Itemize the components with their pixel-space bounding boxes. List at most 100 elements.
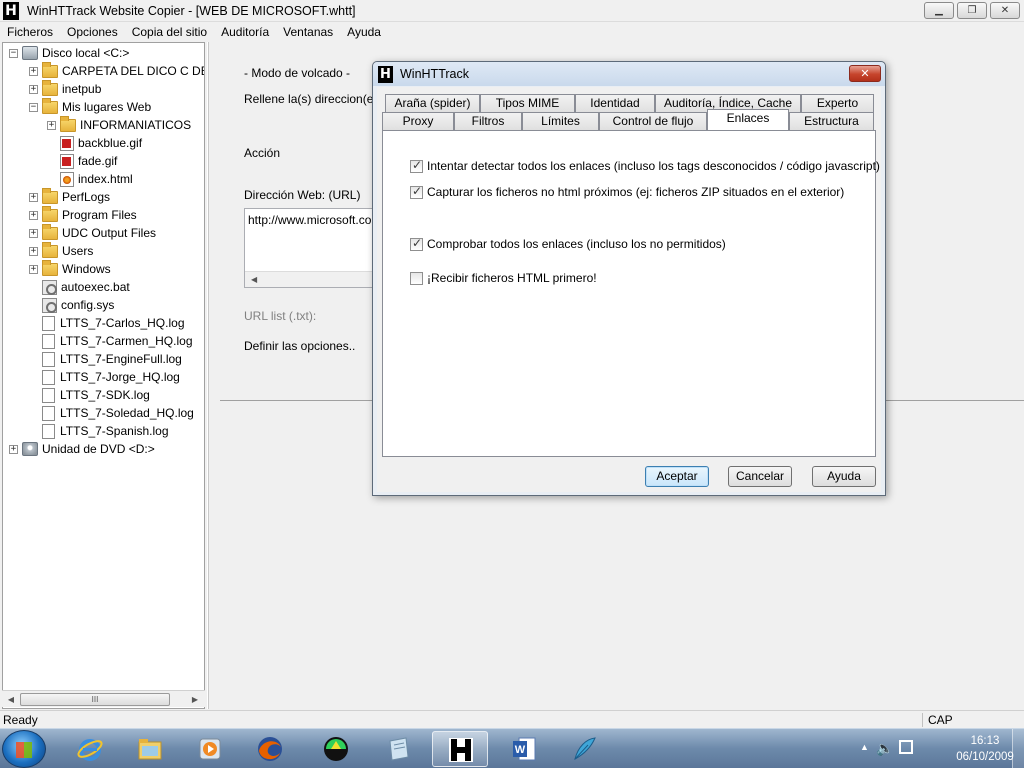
- tree-item[interactable]: LTTS_7-EngineFull.log: [29, 350, 182, 368]
- expand-icon[interactable]: +: [29, 84, 38, 94]
- tab-arana[interactable]: Araña (spider): [385, 94, 480, 112]
- collapse-icon[interactable]: −: [29, 102, 38, 112]
- tree-item[interactable]: LTTS_7-SDK.log: [29, 386, 150, 404]
- tab-tipos-mime[interactable]: Tipos MIME: [480, 94, 575, 112]
- tree-item[interactable]: LTTS_7-Jorge_HQ.log: [29, 368, 180, 386]
- tree-item[interactable]: + INFORMANIATICOS: [47, 115, 191, 134]
- taskbar-internet-explorer[interactable]: [62, 731, 118, 767]
- speaker-icon[interactable]: 🔈: [876, 740, 893, 757]
- dialog-close-button[interactable]: ✕: [849, 65, 881, 82]
- checkbox-detect-all-links[interactable]: [410, 158, 423, 173]
- taskbar-httrack[interactable]: [432, 731, 488, 767]
- tree-item-label: LTTS_7-Soledad_HQ.log: [60, 406, 194, 420]
- maximize-button[interactable]: ❐: [957, 2, 987, 19]
- option-capture-nearby-files[interactable]: Capturar los ficheros no html próximos (…: [410, 184, 844, 199]
- expand-icon[interactable]: +: [29, 228, 38, 238]
- taskbar-firefox[interactable]: [242, 731, 298, 767]
- taskbar-app[interactable]: [308, 731, 364, 767]
- scroll-left-arrow-icon[interactable]: ◀: [4, 693, 18, 706]
- checkbox-html-first[interactable]: [410, 271, 423, 285]
- tree-item[interactable]: LTTS_7-Carlos_HQ.log: [29, 314, 185, 332]
- tree-item[interactable]: index.html: [47, 170, 133, 188]
- help-button[interactable]: Ayuda: [812, 466, 876, 487]
- url-textarea[interactable]: http://www.microsoft.com/ ◀: [244, 208, 385, 288]
- clock[interactable]: 16:13 06/10/2009: [954, 733, 1016, 765]
- tab-enlaces[interactable]: Enlaces: [707, 109, 789, 130]
- folder-tree[interactable]: − Disco local <C:> + CARPETA DEL DICO C DEL…: [2, 42, 205, 709]
- expand-icon[interactable]: +: [29, 210, 38, 220]
- start-button[interactable]: [2, 730, 46, 768]
- option-html-first[interactable]: ¡Recibir ficheros HTML primero!: [410, 271, 597, 285]
- tree-item[interactable]: + CARPETA DEL DICO C DEL: [29, 61, 204, 80]
- checkbox-check-all-links[interactable]: [410, 236, 423, 251]
- tree-item[interactable]: + PerfLogs: [29, 187, 110, 206]
- tree-horizontal-scrollbar[interactable]: ◀ III ▶: [2, 690, 205, 707]
- tree-item-label: fade.gif: [78, 154, 118, 168]
- tab-estructura[interactable]: Estructura: [789, 112, 874, 130]
- tab-control-de-flujo[interactable]: Control de flujo: [599, 112, 707, 130]
- show-hidden-icons-icon[interactable]: ▲: [860, 742, 869, 752]
- tab-filtros[interactable]: Filtros: [454, 112, 522, 130]
- tree-item[interactable]: − Mis lugares Web: [29, 97, 151, 116]
- expand-icon[interactable]: +: [29, 264, 38, 274]
- tab-limites[interactable]: Límites: [522, 112, 599, 130]
- tree-item[interactable]: config.sys: [29, 296, 114, 314]
- tab-experto[interactable]: Experto: [801, 94, 874, 112]
- tree-item[interactable]: + Users: [29, 241, 93, 260]
- menu-ventanas[interactable]: Ventanas: [276, 25, 340, 39]
- taskbar-feather-app[interactable]: [556, 731, 612, 767]
- network-icon[interactable]: [899, 740, 913, 754]
- menu-ficheros[interactable]: Ficheros: [0, 25, 60, 39]
- expand-icon[interactable]: +: [9, 444, 18, 454]
- tab-proxy[interactable]: Proxy: [382, 112, 454, 130]
- checkbox-capture-nearby-files[interactable]: [410, 184, 423, 199]
- expand-icon[interactable]: +: [29, 66, 38, 76]
- accept-button[interactable]: Aceptar: [645, 466, 709, 487]
- scroll-right-arrow-icon[interactable]: ▶: [188, 693, 202, 706]
- menu-copia-del-sitio[interactable]: Copia del sitio: [125, 25, 214, 39]
- tab-identidad[interactable]: Identidad: [575, 94, 655, 112]
- action-label: Acción: [244, 146, 281, 160]
- scroll-thumb[interactable]: III: [20, 693, 170, 706]
- option-detect-all-links[interactable]: Intentar detectar todos los enlaces (inc…: [410, 158, 880, 173]
- folder-icon: [42, 187, 58, 204]
- tree-item[interactable]: LTTS_7-Soledad_HQ.log: [29, 404, 194, 422]
- show-desktop-button[interactable]: [1012, 729, 1024, 768]
- tree-item-label: LTTS_7-Carmen_HQ.log: [60, 334, 193, 348]
- tree-item[interactable]: + Program Files: [29, 205, 137, 224]
- menu-bar: Ficheros Opciones Copia del sitio Audito…: [0, 22, 1024, 41]
- cancel-button[interactable]: Cancelar: [728, 466, 792, 487]
- tree-item[interactable]: autoexec.bat: [29, 278, 130, 296]
- option-check-all-links[interactable]: Comprobar todos los enlaces (incluso los…: [410, 236, 726, 251]
- status-bar: Ready CAP: [0, 710, 1024, 728]
- expand-icon[interactable]: +: [29, 192, 38, 202]
- tree-item[interactable]: + Windows: [29, 259, 111, 278]
- minimize-button[interactable]: ▁: [924, 2, 954, 19]
- dialog-title-bar[interactable]: H WinHTTrack ✕: [373, 62, 885, 86]
- taskbar-word[interactable]: W: [496, 731, 552, 767]
- tree-item[interactable]: + inetpub: [29, 79, 101, 98]
- taskbar-notepad[interactable]: [370, 731, 426, 767]
- httrack-app-icon: H: [3, 1, 19, 20]
- url-scroll-left-icon[interactable]: ◀: [245, 271, 383, 287]
- menu-ayuda[interactable]: Ayuda: [340, 25, 388, 39]
- tree-item[interactable]: + Unidad de DVD <D:>: [9, 440, 155, 458]
- collapse-icon[interactable]: −: [9, 48, 18, 58]
- taskbar-media-player[interactable]: [182, 731, 238, 767]
- option-label: Comprobar todos los enlaces (incluso los…: [427, 237, 726, 251]
- expand-icon[interactable]: +: [47, 120, 56, 130]
- tree-item[interactable]: + UDC Output Files: [29, 223, 156, 242]
- tree-item[interactable]: LTTS_7-Carmen_HQ.log: [29, 332, 193, 350]
- tree-item[interactable]: backblue.gif: [47, 134, 142, 152]
- taskbar-windows-explorer[interactable]: [122, 731, 178, 767]
- media-player-icon: [199, 738, 221, 760]
- tree-item[interactable]: fade.gif: [47, 152, 117, 170]
- internet-explorer-icon: [77, 739, 103, 761]
- menu-opciones[interactable]: Opciones: [60, 25, 125, 39]
- tree-item[interactable]: LTTS_7-Spanish.log: [29, 422, 169, 440]
- tree-item[interactable]: − Disco local <C:>: [9, 44, 129, 62]
- close-button[interactable]: ✕: [990, 2, 1020, 19]
- menu-auditoria[interactable]: Auditoría: [214, 25, 276, 39]
- pane-splitter[interactable]: [207, 42, 209, 709]
- expand-icon[interactable]: +: [29, 246, 38, 256]
